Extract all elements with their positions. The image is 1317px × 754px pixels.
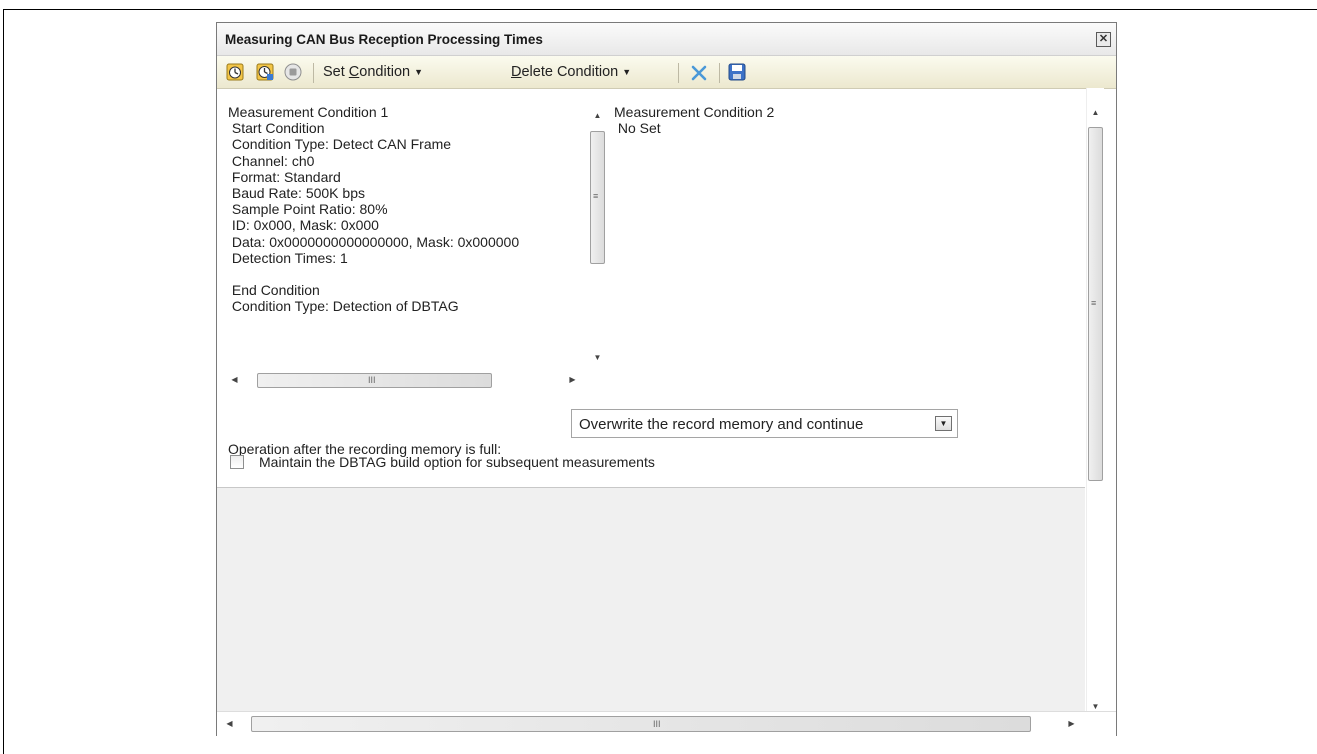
operation-selected-value: Overwrite the record memory and continue — [579, 416, 864, 433]
toolbar-separator — [678, 63, 679, 83]
grip-icon: ≡ — [1091, 298, 1097, 308]
scroll-down-icon[interactable]: ▼ — [1087, 702, 1104, 711]
set-condition-prefix: Set — [323, 64, 349, 80]
panel-title: Measuring CAN Bus Reception Processing T… — [225, 32, 543, 47]
condition1-text: Measurement Condition 1 Start Condition … — [228, 104, 520, 315]
title-bar: Measuring CAN Bus Reception Processing T… — [217, 23, 1116, 56]
condition1-vscroll[interactable]: ▲ ≡ ▼ — [589, 105, 606, 371]
delete-condition-menu[interactable]: Delete Condition ▼ — [511, 64, 631, 80]
measurement-panel: Measuring CAN Bus Reception Processing T… — [216, 22, 1117, 736]
grip-icon: III — [368, 375, 376, 385]
maintain-dbtag-checkbox[interactable] — [230, 455, 244, 469]
save-disk-icon[interactable] — [728, 63, 746, 81]
run-measure-alt-icon[interactable] — [256, 63, 274, 81]
set-condition-accel: C — [348, 64, 360, 80]
main-vscroll[interactable]: ▲ ≡ ▼ — [1086, 88, 1104, 711]
set-condition-rest: ondition — [359, 64, 411, 80]
scroll-right-icon[interactable]: ▶ — [1063, 719, 1080, 728]
main-hscroll[interactable]: ◀ III ▶ — [217, 711, 1116, 736]
scroll-up-icon[interactable]: ▲ — [1087, 108, 1104, 117]
scroll-thumb[interactable] — [251, 716, 1031, 732]
scroll-left-icon[interactable]: ◀ — [226, 375, 243, 384]
output-area — [217, 487, 1085, 712]
grip-icon: ≡ — [593, 191, 599, 201]
grip-icon: III — [653, 719, 661, 729]
scroll-right-icon[interactable]: ▶ — [564, 375, 581, 384]
delete-condition-accel: D — [511, 64, 522, 80]
stop-icon[interactable] — [284, 63, 302, 81]
set-condition-menu[interactable]: Set Condition ▼ — [323, 64, 423, 80]
close-icon[interactable]: ✕ — [1096, 32, 1111, 47]
chevron-down-icon: ▼ — [622, 67, 632, 77]
dropdown-arrow-icon[interactable]: ▼ — [935, 416, 952, 431]
toolbar-separator — [719, 63, 720, 83]
operation-select[interactable]: Overwrite the record memory and continue… — [571, 409, 958, 438]
condition1-hscroll[interactable]: ◀ III ▶ — [228, 372, 588, 389]
toolbar: Set Condition ▼ Delete Condition ▼ — [217, 56, 1116, 89]
maintain-dbtag-label[interactable]: Maintain the DBTAG build option for subs… — [259, 454, 655, 470]
scroll-up-icon[interactable]: ▲ — [589, 111, 606, 120]
scroll-left-icon[interactable]: ◀ — [221, 719, 238, 728]
toolbar-separator — [313, 63, 314, 83]
delete-x-icon[interactable] — [690, 64, 708, 82]
chevron-down-icon: ▼ — [414, 67, 423, 77]
delete-condition-rest: elete Condition — [521, 64, 619, 80]
condition2-text: Measurement Condition 2 No Set — [614, 104, 775, 137]
scroll-down-icon[interactable]: ▼ — [589, 353, 606, 362]
run-measure-icon[interactable] — [226, 63, 244, 81]
